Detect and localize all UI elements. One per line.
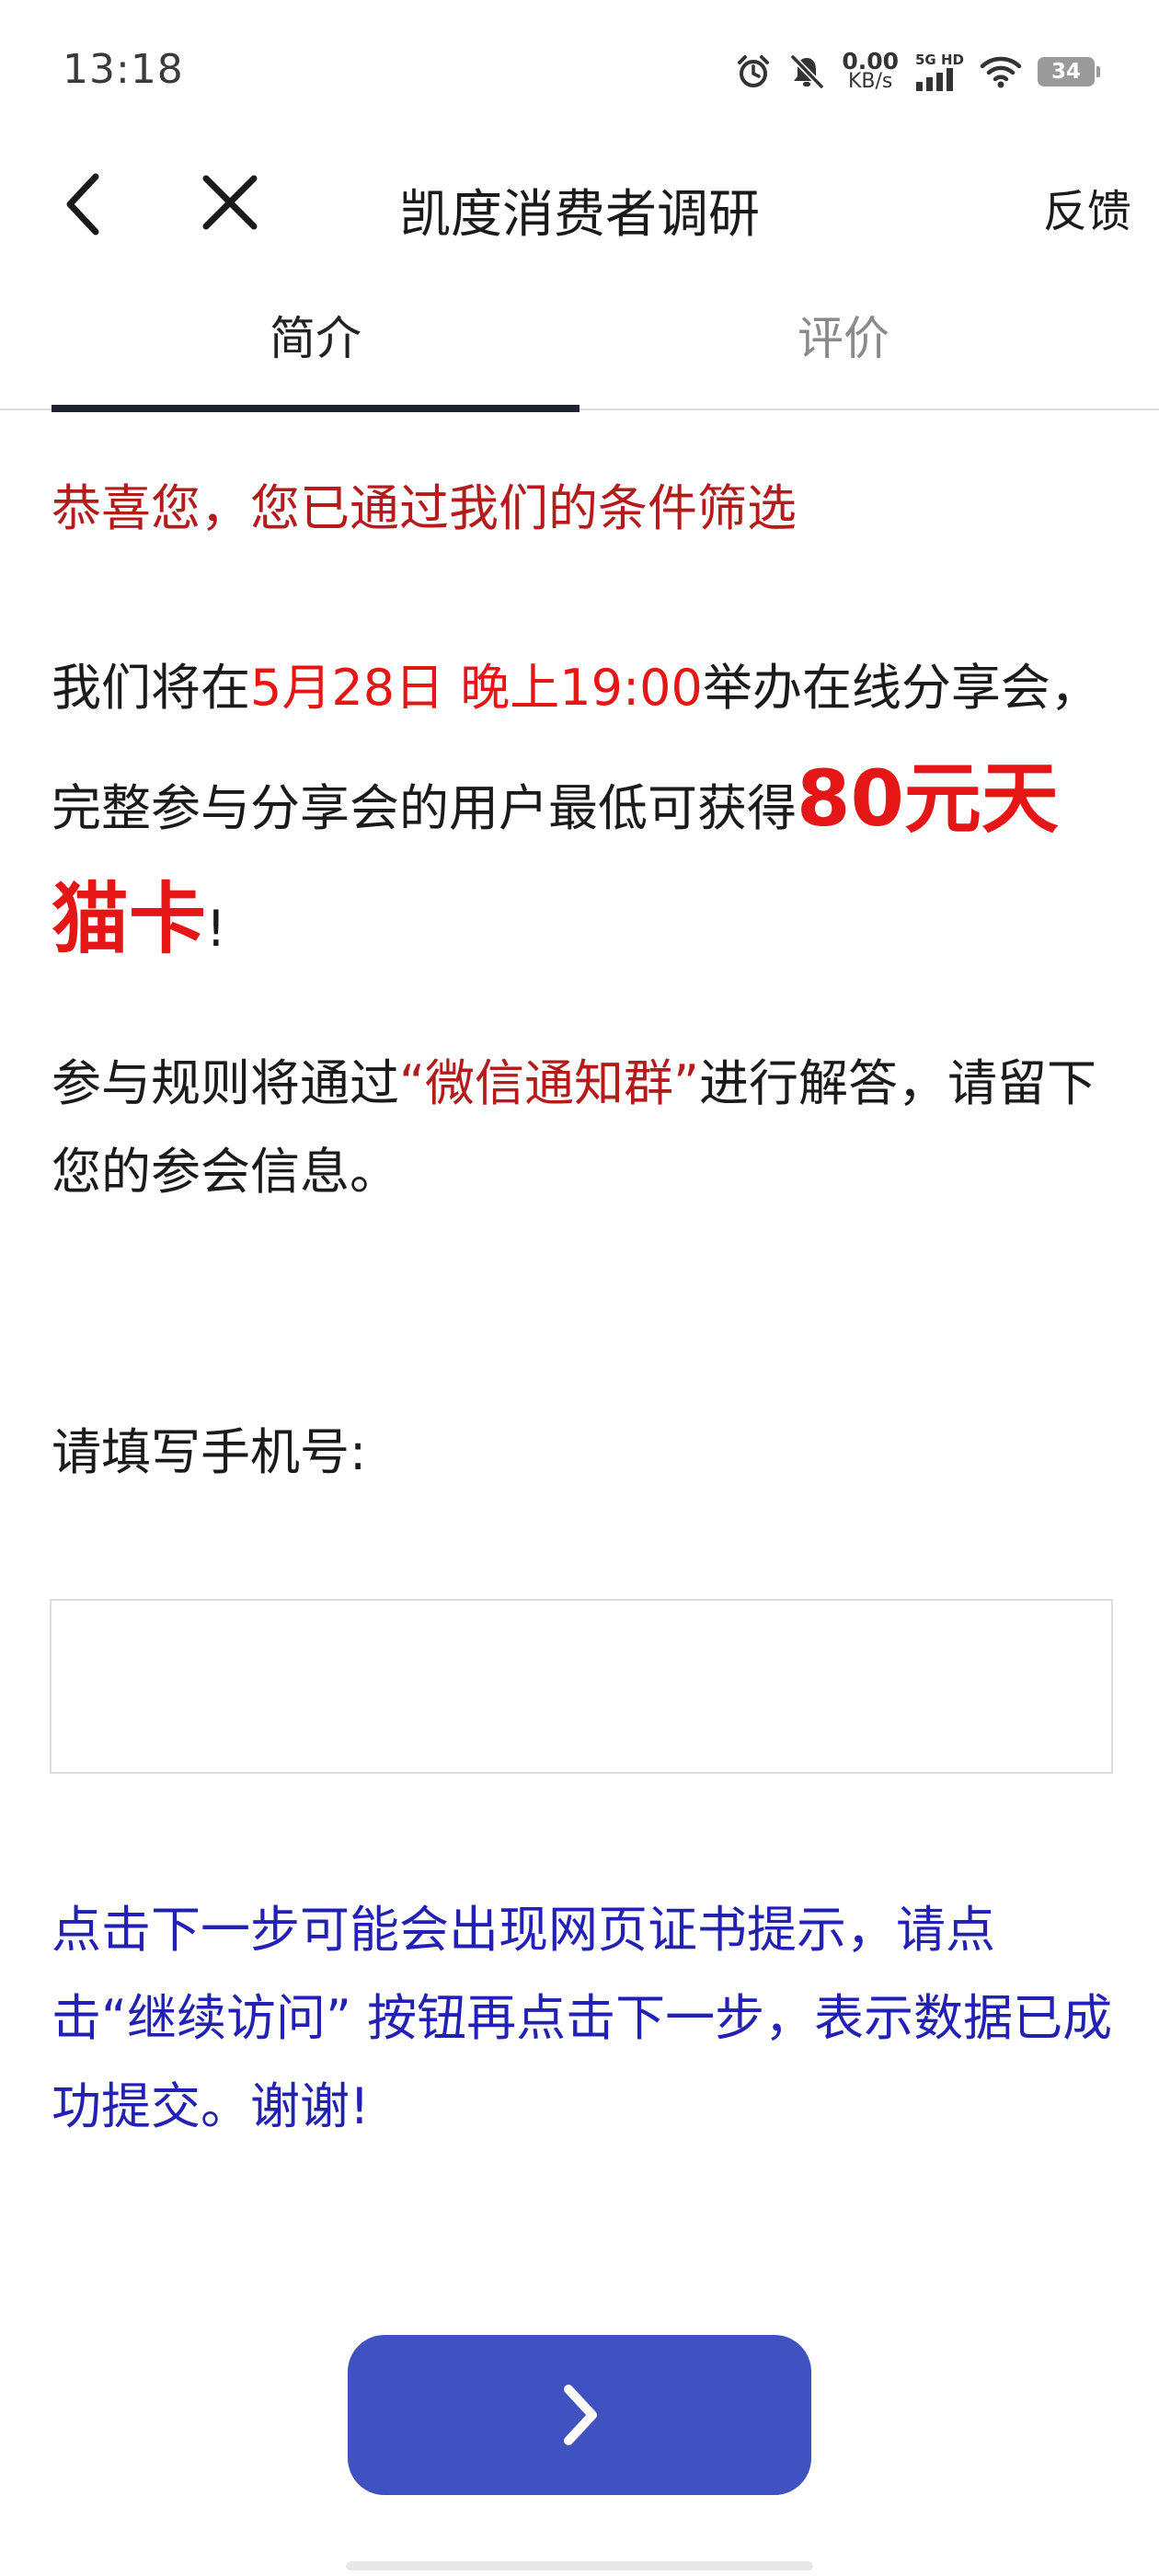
event-datetime: 5月28日 晚上19:00 xyxy=(250,659,703,717)
net-speed-unit: KB/s xyxy=(847,70,893,93)
status-bar: 13:18 0.00 KB/s 5G HD 34 xyxy=(0,0,1159,144)
rules-channel: “微信通知群” xyxy=(399,1054,699,1112)
event-prefix: 我们将在 xyxy=(52,659,250,717)
chevron-right-icon xyxy=(564,2385,597,2445)
survey-page: 13:18 0.00 KB/s 5G HD 34 凯度消费者调研 反馈 简介 评… xyxy=(0,0,1159,2576)
network-type: 5G HD xyxy=(915,51,964,91)
event-paragraph: 我们将在5月28日 晚上19:00举办在线分享会，完整参与分享会的用户最低可获得… xyxy=(52,633,1119,984)
home-indicator xyxy=(346,2561,813,2570)
wifi-icon xyxy=(981,56,1021,88)
net-speed: 0.00 KB/s xyxy=(842,48,899,93)
alarm-icon xyxy=(738,55,770,87)
signal-icon xyxy=(916,67,953,91)
certificate-notice: 点击下一步可能会出现网页证书提示，请点击“继续访问” 按钮再点击下一步，表示数据… xyxy=(52,1901,1113,2135)
tab-review[interactable]: 评价 xyxy=(580,261,1107,408)
next-step-button[interactable] xyxy=(348,2335,811,2495)
status-icons: 0.00 KB/s 5G HD 34 xyxy=(735,48,1100,96)
mute-icon xyxy=(790,54,824,89)
feedback-button[interactable]: 反馈 xyxy=(1043,175,1131,239)
status-time: 13:18 xyxy=(63,46,184,93)
page-title: 凯度消费者调研 xyxy=(399,185,760,245)
congrats-text: 恭喜您，您已通过我们的条件筛选 xyxy=(52,479,797,537)
rules-prefix: 参与规则将通过 xyxy=(52,1054,399,1112)
tab-bar: 简介 评价 xyxy=(0,261,1159,412)
tab-intro[interactable]: 简介 xyxy=(52,261,580,408)
rules-paragraph: 参与规则将通过“微信通知群”进行解答，请留下您的参会信息。 xyxy=(52,1040,1119,1216)
active-tab-indicator xyxy=(52,405,580,412)
app-header: 凯度消费者调研 反馈 xyxy=(0,144,1159,261)
phone-input[interactable] xyxy=(50,1599,1113,1774)
battery-icon: 34 xyxy=(1038,57,1100,86)
phone-label: 请填写手机号: xyxy=(52,1423,367,1481)
net-speed-value: 0.00 xyxy=(842,48,899,75)
event-suffix: ! xyxy=(206,900,226,958)
network-type-5g: 5G HD xyxy=(915,51,964,68)
